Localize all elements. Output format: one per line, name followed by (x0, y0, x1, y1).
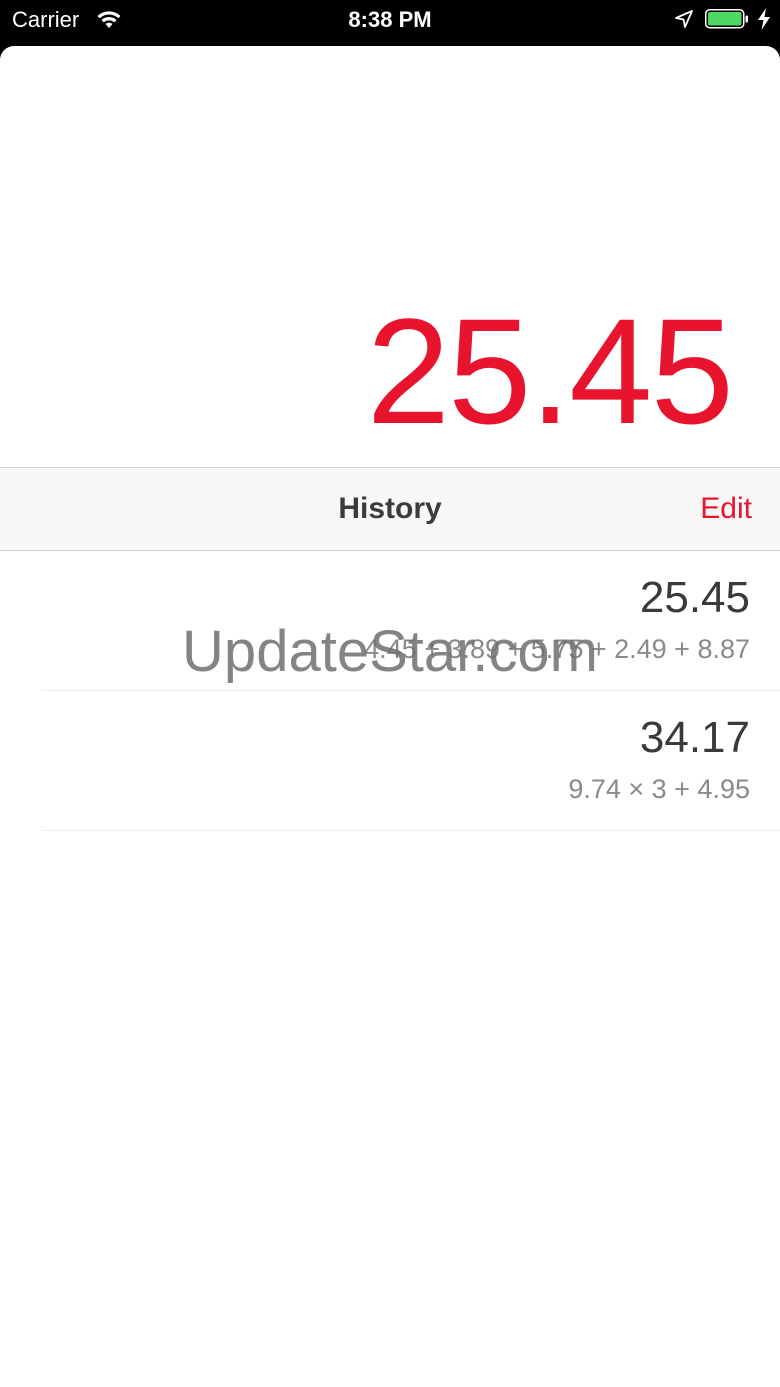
history-header: History Edit (0, 467, 780, 551)
calculator-sheet: 25.45 History Edit 25.45 4.45 + 3.89 + 5… (0, 46, 780, 1387)
location-icon (674, 9, 694, 29)
display-value: 25.45 (366, 287, 734, 455)
history-title: History (338, 492, 442, 525)
history-item[interactable]: 25.45 4.45 + 3.89 + 5.75 + 2.49 + 8.87 (42, 551, 780, 691)
history-result: 25.45 (639, 573, 750, 622)
status-bar: Carrier 8:38 PM (0, 0, 780, 46)
clock: 8:38 PM (348, 7, 432, 32)
history-result: 34.17 (639, 713, 750, 762)
charging-icon (757, 8, 771, 30)
history-expression: 4.45 + 3.89 + 5.75 + 2.49 + 8.87 (364, 634, 750, 664)
edit-button[interactable]: Edit (700, 468, 752, 550)
display-area: 25.45 (0, 46, 780, 467)
battery-icon (705, 9, 749, 29)
history-item[interactable]: 34.17 9.74 × 3 + 4.95 (42, 691, 780, 831)
history-expression: 9.74 × 3 + 4.95 (568, 774, 750, 804)
history-list: 25.45 4.45 + 3.89 + 5.75 + 2.49 + 8.87 3… (0, 551, 780, 831)
